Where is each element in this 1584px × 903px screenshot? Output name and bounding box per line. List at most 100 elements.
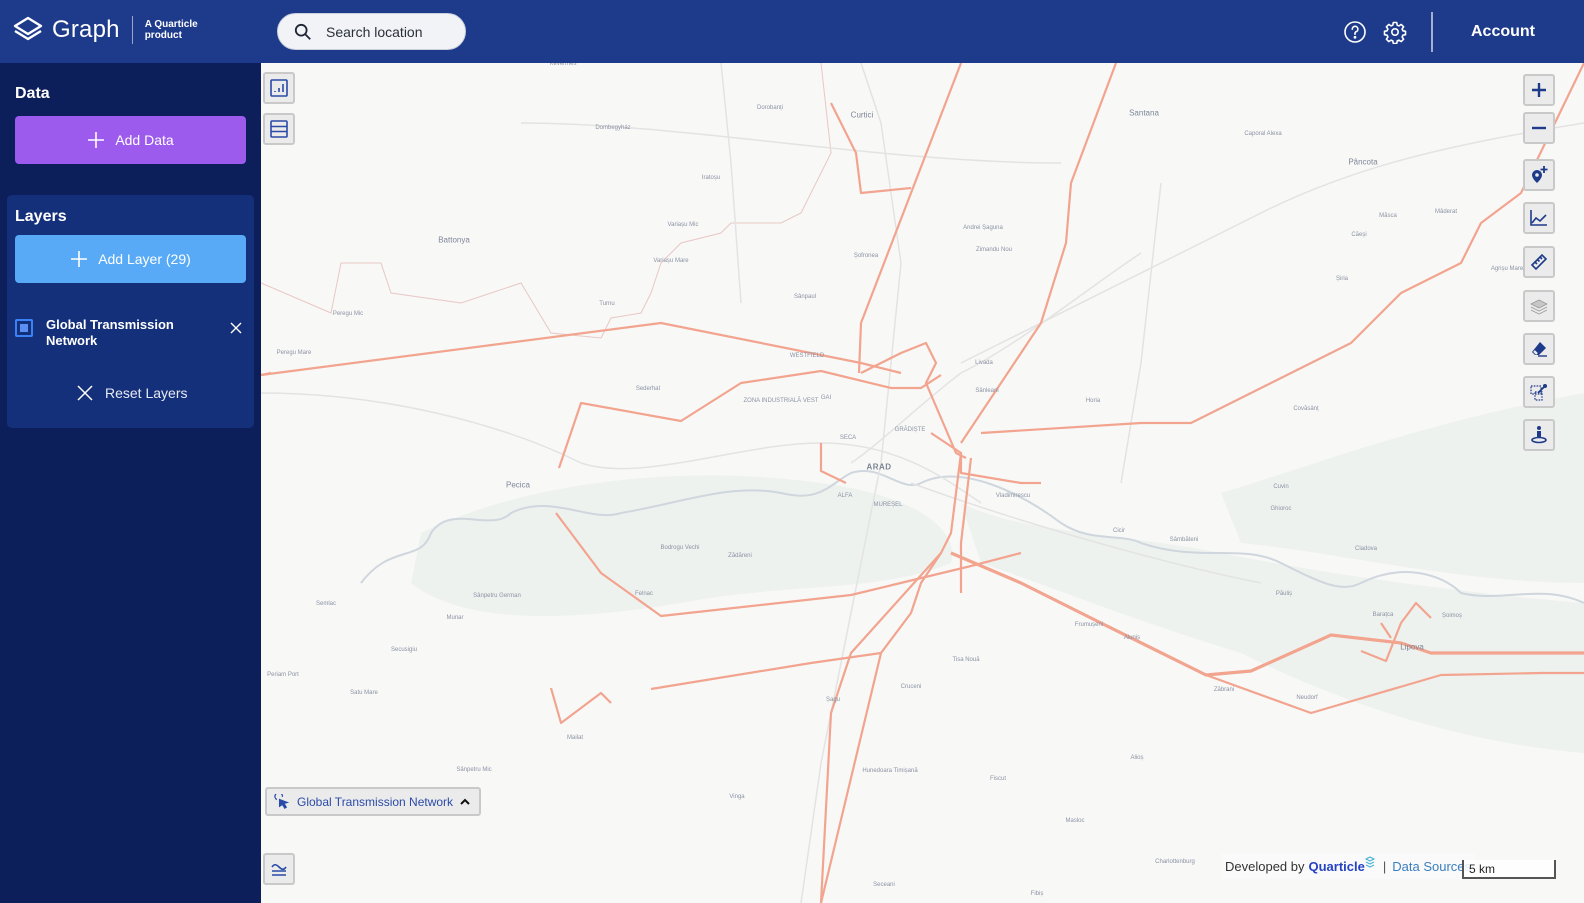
map-label: Satu Mare — [350, 690, 378, 696]
map-label: Semlac — [315, 601, 337, 607]
attribution-prefix: Developed by — [1225, 858, 1305, 874]
map-label: Șiria — [1335, 276, 1349, 282]
map-label: Livada — [975, 360, 993, 366]
transmission-line — [857, 63, 963, 374]
remove-layer-icon[interactable] — [230, 322, 242, 334]
map-label: Cladova — [1354, 546, 1378, 552]
legend-icon — [271, 863, 287, 876]
select-area-button[interactable] — [1523, 376, 1555, 408]
map-label: Zăbrani — [1213, 687, 1235, 693]
map-label: Zădăreni — [728, 553, 752, 559]
add-layer-button[interactable]: Add Layer (29) — [15, 235, 246, 283]
chart-panel-button[interactable] — [263, 72, 295, 104]
map-label: Frumușeni — [1074, 622, 1104, 628]
add-marker-button[interactable] — [1523, 159, 1555, 191]
data-section-title: Data — [15, 85, 50, 102]
layers-button[interactable] — [1523, 290, 1555, 322]
map-label: Horia — [1085, 398, 1101, 404]
ruler-button[interactable] — [1523, 246, 1555, 278]
reset-layers-label: Reset Layers — [105, 385, 188, 401]
map-label: Pâncota — [1348, 157, 1378, 167]
ruler-icon — [1530, 253, 1548, 271]
eraser-button[interactable] — [1523, 333, 1555, 365]
account-button[interactable]: Account — [1471, 23, 1535, 41]
map-label: Fiscut — [989, 776, 1007, 782]
table-list-button[interactable] — [263, 113, 295, 145]
map-label: Șoimoș — [1441, 613, 1463, 619]
map-label: Variașu Mare — [653, 258, 689, 264]
map-label: Andrei Șaguna — [963, 225, 1003, 231]
map-label: Fibiș — [1030, 891, 1044, 897]
map-label: Charlottenburg — [1155, 859, 1195, 865]
top-bar: Graph A Quarticle product Account — [0, 0, 1584, 63]
search-location-input[interactable] — [326, 23, 456, 40]
add-data-button[interactable]: Add Data — [15, 116, 246, 164]
eraser-icon — [1532, 342, 1547, 357]
map-label: Bodrogu Vechi — [660, 545, 700, 551]
add-layer-label: Add Layer (29) — [98, 251, 191, 267]
add-data-label: Add Data — [115, 132, 174, 148]
sidebar: Data Add Data Layers Add Layer (29) Glob… — [0, 63, 261, 903]
plus-icon — [71, 251, 88, 267]
chart-panel-icon — [270, 79, 288, 97]
map-label: Sânpetru German — [473, 593, 521, 599]
zoom-out-button[interactable] — [1523, 112, 1555, 144]
layers-section-title: Layers — [15, 208, 67, 225]
layers-icon — [1530, 299, 1548, 315]
transmission-line — [819, 652, 883, 903]
quarticle-brand-link[interactable]: Quarticle — [1309, 859, 1365, 874]
line-chart-button[interactable] — [1523, 202, 1555, 234]
header-actions: Account — [1343, 0, 1584, 63]
map-label: Peregu Mare — [276, 350, 312, 356]
layer-item: Global Transmission Network — [15, 317, 246, 357]
data-sources-link[interactable]: Data Sources — [1392, 859, 1471, 874]
map-label: Sederhat — [635, 386, 661, 392]
map-label: Barațca — [1372, 612, 1394, 618]
map-label: Șofronea — [853, 253, 879, 259]
map-label: Kevermes — [549, 63, 577, 67]
map-label: Sâmbăteni — [1169, 537, 1199, 543]
checkbox-checked-mark — [20, 324, 28, 332]
map-label: Secusigiu — [390, 647, 418, 653]
table-list-icon — [270, 120, 288, 138]
map-canvas[interactable]: ARAD Curtici Santana Pâncota Battonya Pe… — [261, 63, 1584, 903]
reset-layers-button[interactable]: Reset Layers — [77, 385, 187, 401]
layer-visibility-checkbox[interactable] — [15, 319, 33, 337]
help-icon[interactable] — [1343, 20, 1367, 44]
map-label: Vinga — [729, 794, 745, 800]
layer-name[interactable]: Global Transmission Network — [46, 317, 196, 349]
map-label: Turnu — [599, 301, 615, 307]
map-label: Sânleani — [975, 388, 999, 394]
map-label: Masloc — [1065, 818, 1085, 824]
legend-button[interactable] — [263, 853, 295, 885]
search-icon — [294, 23, 311, 40]
active-layer-legend-toggle[interactable]: Global Transmission Network — [265, 787, 481, 816]
app-logo[interactable]: Graph A Quarticle product — [12, 14, 198, 46]
map-label: ZONA INDUSTRIALĂ VEST — [743, 398, 819, 404]
street-view-icon — [1531, 426, 1547, 444]
settings-gear-icon[interactable] — [1383, 20, 1407, 44]
add-marker-icon — [1532, 166, 1548, 183]
chevron-up-icon — [460, 798, 470, 805]
map-label: Alioș — [1130, 755, 1144, 761]
map-label: Dorobanți — [756, 105, 784, 111]
map-label: Periam Port — [267, 672, 299, 678]
select-area-icon — [1530, 384, 1547, 401]
transmission-line — [549, 687, 612, 725]
map-label: Dombegyház — [595, 125, 631, 131]
map-label: Iratoșu — [701, 175, 721, 181]
tagline-line2: product — [144, 30, 182, 41]
map-label: ARAD — [866, 462, 892, 472]
basemap — [261, 63, 1584, 903]
zoom-in-icon — [1532, 83, 1546, 97]
map-label: Șagu — [825, 697, 841, 703]
header-divider — [1431, 11, 1433, 52]
map-label: Variașu Mic — [667, 222, 699, 228]
zoom-in-button[interactable] — [1523, 74, 1555, 106]
line-chart-icon — [1530, 210, 1547, 226]
search-box[interactable] — [277, 13, 466, 50]
active-layer-name: Global Transmission Network — [297, 794, 454, 809]
street-view-button[interactable] — [1523, 419, 1555, 451]
map-label: Neudorf — [1296, 695, 1318, 701]
app-name: Graph — [52, 16, 120, 43]
